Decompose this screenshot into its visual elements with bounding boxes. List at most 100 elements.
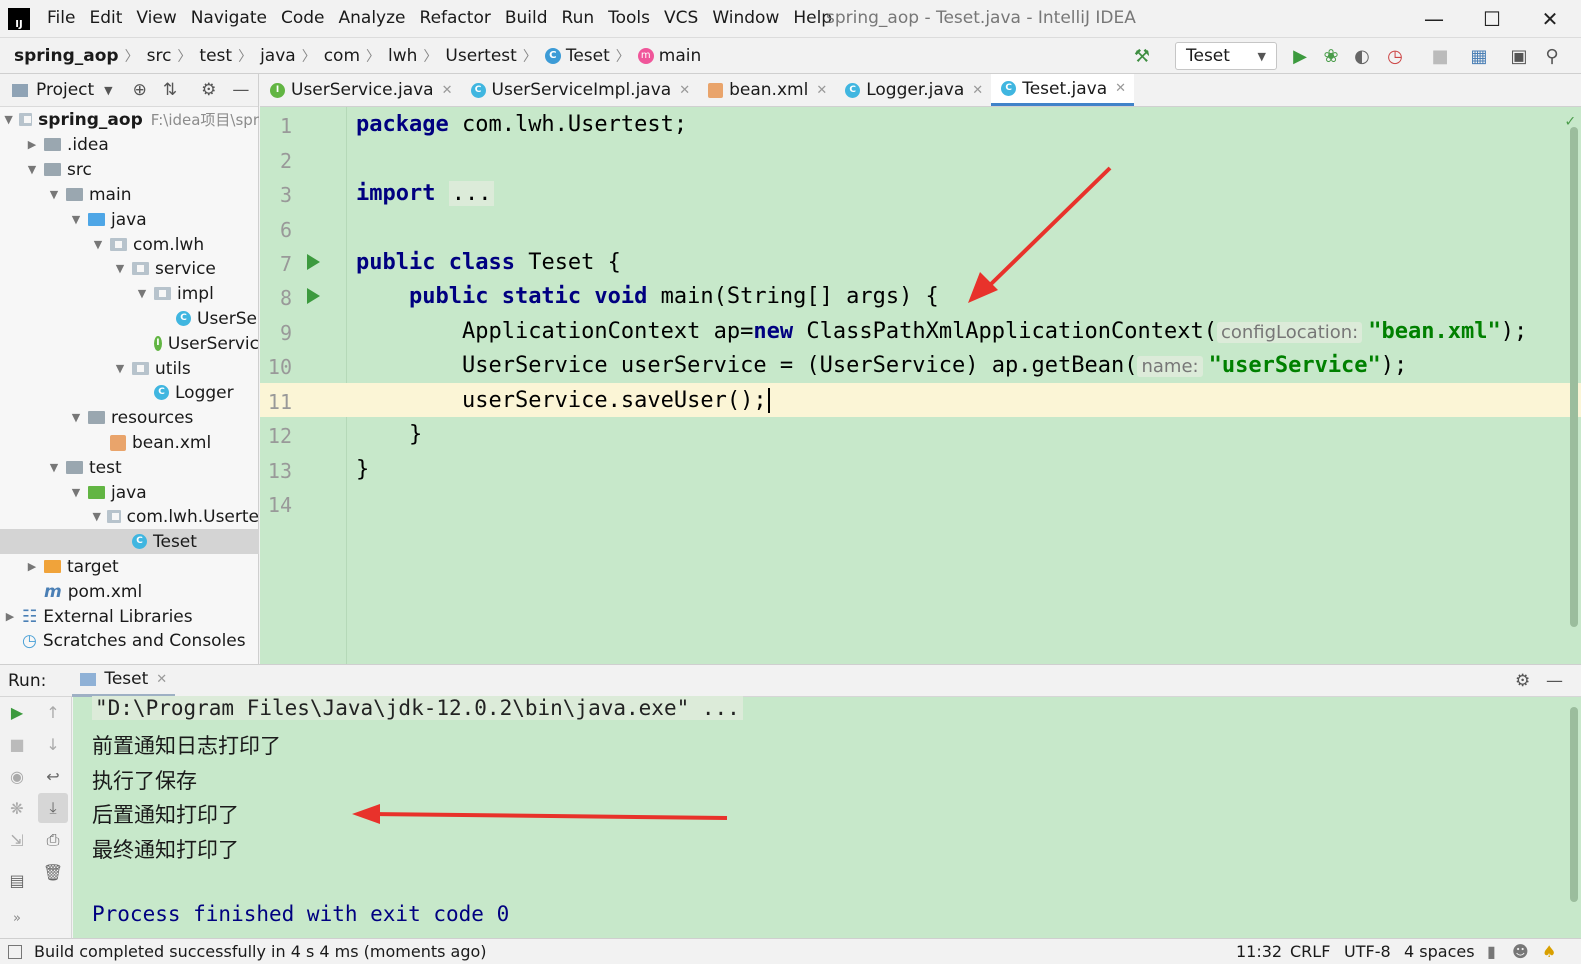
- breadcrumb-test[interactable]: test: [193, 46, 236, 66]
- layout-icon[interactable]: ▤: [6, 869, 28, 891]
- down-arrow-icon[interactable]: ↓: [42, 733, 64, 755]
- close-icon[interactable]: ✕: [816, 83, 827, 98]
- tree-item-userserviceimpl[interactable]: C UserSe: [0, 306, 259, 331]
- locate-icon[interactable]: ⊕: [133, 80, 147, 100]
- lock-icon[interactable]: ▮: [1487, 939, 1496, 964]
- tree-item-target[interactable]: ▶ target: [0, 554, 259, 579]
- tree-item-impl[interactable]: ▼ impl: [0, 281, 259, 306]
- stop-icon[interactable]: ■: [6, 733, 28, 755]
- indent-setting[interactable]: 4 spaces: [1404, 939, 1475, 964]
- tree-item-com-lwh-usertest[interactable]: ▼ com.lwh.Userte: [0, 504, 259, 529]
- close-icon[interactable]: ✕: [1521, 0, 1579, 37]
- folded-imports[interactable]: ...: [448, 181, 495, 206]
- tree-item-logger[interactable]: C Logger: [0, 380, 259, 405]
- collapse-all-icon[interactable]: ⇅: [163, 80, 177, 100]
- console-scrollbar[interactable]: [1570, 707, 1578, 902]
- tree-item-test[interactable]: ▼ test: [0, 455, 259, 480]
- close-icon[interactable]: ✕: [156, 672, 167, 687]
- tree-item-main-java[interactable]: ▼ java: [0, 207, 259, 232]
- menu-build[interactable]: Build: [498, 0, 555, 37]
- stop-icon[interactable]: ■: [1428, 44, 1452, 68]
- menu-run[interactable]: Run: [555, 0, 602, 37]
- menu-navigate[interactable]: Navigate: [184, 0, 274, 37]
- tree-item-src[interactable]: ▼ src: [0, 157, 259, 182]
- tab-run-teset[interactable]: Teset ✕: [72, 664, 176, 697]
- project-structure-icon[interactable]: ▦: [1467, 44, 1491, 68]
- tree-item-idea[interactable]: ▶ .idea: [0, 132, 259, 157]
- breadcrumb-lwh[interactable]: lwh: [382, 46, 421, 66]
- tree-item-test-java[interactable]: ▼ java: [0, 480, 259, 505]
- breadcrumb-com[interactable]: com: [318, 46, 364, 66]
- tree-item-teset[interactable]: C Teset: [0, 529, 259, 554]
- file-encoding[interactable]: UTF-8: [1344, 939, 1391, 964]
- close-icon[interactable]: ✕: [972, 83, 983, 98]
- close-icon[interactable]: ✕: [679, 83, 690, 98]
- inspector-icon[interactable]: ☻: [1512, 939, 1529, 964]
- breadcrumb-project[interactable]: spring_aop: [0, 46, 123, 66]
- tree-item-spring-aop[interactable]: ▼ spring_aop F:\idea项目\spr: [0, 107, 259, 132]
- project-view-select[interactable]: Project: [36, 80, 94, 100]
- breadcrumb-class[interactable]: C Teset: [539, 46, 614, 66]
- menu-vcs[interactable]: VCS: [657, 0, 705, 37]
- tool-windows-toggle-icon[interactable]: [8, 945, 22, 959]
- gear-icon[interactable]: ⚙: [1515, 671, 1530, 691]
- search-icon[interactable]: ⚲: [1540, 44, 1564, 68]
- menu-tools[interactable]: Tools: [601, 0, 657, 37]
- debug-icon[interactable]: ❀: [1319, 44, 1343, 68]
- run-configuration-select[interactable]: Teset ▼: [1175, 42, 1277, 70]
- terminal-icon[interactable]: ▣: [1507, 44, 1531, 68]
- run-main-gutter-icon[interactable]: [307, 288, 320, 304]
- breadcrumb-src[interactable]: src: [141, 46, 176, 66]
- tree-item-com-lwh[interactable]: ▼ com.lwh: [0, 232, 259, 257]
- tree-item-resources[interactable]: ▼ resources: [0, 405, 259, 430]
- trash-icon[interactable]: 🗑: [42, 861, 64, 883]
- restore-layout-icon[interactable]: ⇲: [6, 829, 28, 851]
- up-arrow-icon[interactable]: ↑: [42, 701, 64, 723]
- chevron-down-icon[interactable]: ▼: [104, 84, 112, 97]
- tree-item-external-libraries[interactable]: ▶ ☷ External Libraries: [0, 604, 259, 629]
- menu-window[interactable]: Window: [705, 0, 786, 37]
- maximize-icon[interactable]: ☐: [1463, 0, 1521, 37]
- tab-userserviceimpl[interactable]: C UserServiceImpl.java ✕: [461, 74, 699, 106]
- breadcrumb-method[interactable]: m main: [632, 46, 705, 66]
- run-console[interactable]: "D:\Program Files\Java\jdk-12.0.2\bin\ja…: [73, 696, 1581, 938]
- gear-icon[interactable]: ⚙: [201, 80, 216, 100]
- hide-icon[interactable]: —: [232, 80, 249, 100]
- minimize-icon[interactable]: —: [1405, 0, 1463, 37]
- menu-view[interactable]: View: [129, 0, 183, 37]
- tree-item-service[interactable]: ▼ service: [0, 256, 259, 281]
- more-icon[interactable]: »: [6, 907, 28, 929]
- build-hammer-icon[interactable]: ⚒: [1130, 44, 1154, 68]
- tree-item-utils[interactable]: ▼ utils: [0, 356, 259, 381]
- editor-scrollbar[interactable]: [1570, 127, 1578, 627]
- close-icon[interactable]: ✕: [442, 83, 453, 98]
- menu-refactor[interactable]: Refactor: [413, 0, 498, 37]
- menu-analyze[interactable]: Analyze: [332, 0, 413, 37]
- breadcrumb-usertest[interactable]: Usertest: [439, 46, 520, 66]
- menu-file[interactable]: File: [40, 0, 82, 37]
- close-icon[interactable]: ✕: [1115, 81, 1126, 96]
- tree-item-scratches[interactable]: ◷ Scratches and Consoles: [0, 628, 259, 653]
- run-class-gutter-icon[interactable]: [307, 254, 320, 270]
- coverage-icon[interactable]: ◐: [1350, 44, 1374, 68]
- profile-icon[interactable]: ◷: [1383, 44, 1407, 68]
- menu-code[interactable]: Code: [274, 0, 332, 37]
- tab-logger[interactable]: C Logger.java ✕: [835, 74, 991, 106]
- scroll-to-end-icon[interactable]: ⤓: [38, 793, 68, 823]
- status-message[interactable]: Build completed successfully in 4 s 4 ms…: [34, 939, 487, 964]
- tree-item-pom-xml[interactable]: m pom.xml: [0, 579, 259, 604]
- tab-teset[interactable]: C Teset.java ✕: [991, 74, 1135, 106]
- run-icon[interactable]: ▶: [1288, 44, 1312, 68]
- breadcrumb-java[interactable]: java: [254, 46, 300, 66]
- line-separator[interactable]: CRLF: [1290, 939, 1330, 964]
- soft-wrap-icon[interactable]: ↩: [42, 765, 64, 787]
- code-editor[interactable]: package com.lwh.Usertest; import ... pub…: [347, 107, 1581, 664]
- rerun-icon[interactable]: ▶: [6, 701, 28, 723]
- hide-icon[interactable]: —: [1546, 671, 1563, 691]
- camera-icon[interactable]: ◉: [6, 765, 28, 787]
- menu-edit[interactable]: Edit: [82, 0, 129, 37]
- tree-item-main[interactable]: ▼ main: [0, 182, 259, 207]
- print-icon[interactable]: ⎙: [42, 829, 64, 851]
- caret-position[interactable]: 11:32: [1236, 939, 1282, 964]
- settings-icon[interactable]: ❋: [6, 797, 28, 819]
